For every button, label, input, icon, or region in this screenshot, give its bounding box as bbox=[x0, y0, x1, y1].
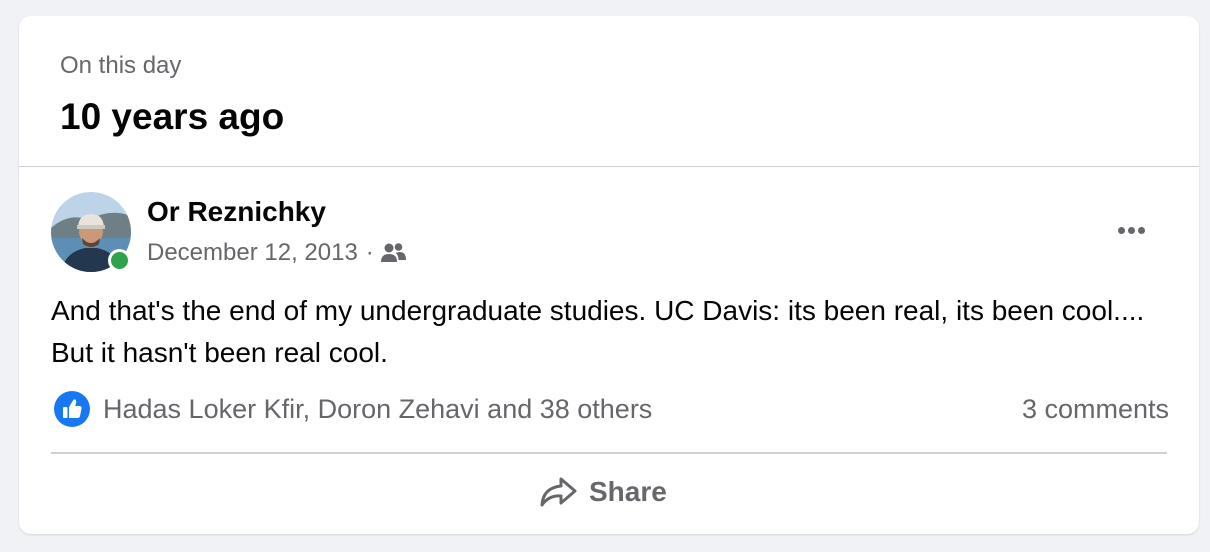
more-dot bbox=[1127, 226, 1135, 234]
years-ago-title: 10 years ago bbox=[60, 96, 285, 137]
divider bbox=[19, 166, 1199, 167]
post-meta: December 12, 2013 · bbox=[147, 239, 406, 267]
memory-card: On this day 10 years ago Or Reznichky De… bbox=[19, 16, 1199, 534]
share-label: Share bbox=[589, 476, 667, 507]
reactors-text[interactable]: Hadas Loker Kfir, Doron Zehavi and 38 ot… bbox=[103, 394, 652, 425]
author-name[interactable]: Or Reznichky bbox=[147, 196, 326, 228]
memory-header: On this day 10 years ago bbox=[60, 52, 284, 138]
meta-separator: · bbox=[365, 239, 374, 266]
post-text: And that's the end of my undergraduate s… bbox=[51, 295, 1145, 368]
more-dot bbox=[1117, 226, 1125, 234]
comments-count[interactable]: 3 comments bbox=[1022, 394, 1169, 425]
like-icon bbox=[54, 391, 90, 427]
post-date[interactable]: December 12, 2013 bbox=[147, 239, 358, 267]
online-status-dot bbox=[108, 249, 131, 272]
friends-icon[interactable] bbox=[380, 242, 406, 264]
more-dot bbox=[1137, 226, 1145, 234]
reactions-row: Hadas Loker Kfir, Doron Zehavi and 38 ot… bbox=[54, 391, 1169, 427]
avatar[interactable] bbox=[51, 192, 131, 272]
share-icon bbox=[540, 477, 577, 507]
likes-summary[interactable]: Hadas Loker Kfir, Doron Zehavi and 38 ot… bbox=[54, 391, 652, 427]
divider bbox=[51, 452, 1167, 454]
more-options-icon[interactable] bbox=[1111, 219, 1151, 241]
section-label: On this day bbox=[60, 52, 182, 79]
share-button[interactable]: Share bbox=[539, 474, 667, 510]
